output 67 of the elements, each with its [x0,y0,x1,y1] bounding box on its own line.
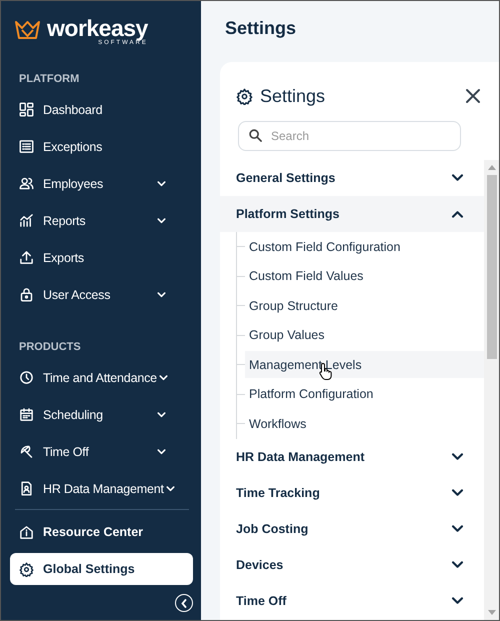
close-button[interactable] [465,88,481,104]
settings-group[interactable]: Platform Settings [220,196,484,232]
collapse-sidebar-button[interactable] [175,594,193,612]
chevron-down-icon [451,596,464,604]
settings-link[interactable]: Platform Configuration [245,380,484,408]
list-icon [19,139,34,154]
upload-icon [19,250,34,265]
scroll-down-arrow-icon[interactable] [488,610,496,615]
chevron-down-icon [157,292,166,298]
settings-icon [19,562,34,576]
crown-logo-icon [14,20,41,40]
chevron-down-icon [157,180,166,186]
settings-group[interactable]: Time Off [220,582,484,618]
nav-item[interactable]: Scheduling [1,396,193,433]
chevron-down-icon [451,488,464,496]
chevron-down-icon [451,174,464,182]
scrollbar[interactable] [484,160,499,620]
settings-link[interactable]: Custom Field Configuration [245,233,484,260]
page-title: Settings [224,17,298,40]
settings-group[interactable]: Job Costing [220,510,484,546]
settings-icon [236,88,253,104]
nav-item[interactable]: Exceptions [1,128,193,165]
search-field[interactable]: Search [238,121,461,151]
scroll-up-arrow-icon[interactable] [488,165,496,170]
settings-group[interactable]: Devices [220,546,484,582]
settings-link[interactable]: Workflows [245,410,484,438]
chevron-down-icon [451,452,464,460]
chevron-down-icon [157,412,166,418]
chevron-left-icon [181,598,187,608]
nav-item[interactable]: Employees [1,165,193,202]
nav-item[interactable]: Reports [1,202,193,239]
nav-item[interactable]: Exports [1,239,193,276]
nav-item[interactable]: Global Settings [10,553,193,585]
chevron-up-icon [451,210,464,218]
nav-item[interactable]: Resource Center [10,516,193,548]
nav-item[interactable]: Time and Attendance [1,359,193,396]
settings-group[interactable]: Time Tracking [220,474,484,510]
nav-item[interactable]: Dashboard [1,91,193,128]
search-icon [249,129,262,142]
id-badge-icon [19,481,34,496]
chevron-down-icon [166,486,175,492]
nav-item[interactable]: User Access [1,276,193,313]
panel-title: Settings [260,86,326,106]
chart-icon [19,213,34,228]
clock-icon [19,370,34,385]
chevron-down-icon [451,560,464,568]
nav-item[interactable]: Time Off [1,433,193,470]
section-heading: PLATFORM [18,72,80,87]
chevron-down-icon [157,218,166,224]
lock-icon [19,287,34,302]
nav-item[interactable]: HR Data Management [1,470,193,507]
logo-wordmark: workeasy [47,17,148,40]
chevron-down-icon [158,374,168,380]
house-info-icon [19,524,34,540]
settings-group[interactable]: General Settings [220,160,484,196]
settings-link[interactable]: Group Structure [245,292,484,320]
umbrella-icon [19,444,34,459]
settings-link[interactable]: Management Levels [245,351,484,378]
section-heading: PRODUCTS [18,340,82,355]
chevron-down-icon [157,448,166,454]
settings-group[interactable]: HR Data Management [220,438,484,474]
chevron-down-icon [451,524,464,532]
calendar-icon [19,407,34,422]
settings-link[interactable]: Custom Field Values [245,262,484,290]
people-icon [19,176,34,191]
settings-link[interactable]: Group Values [245,322,484,349]
dashboard-icon [19,102,34,117]
